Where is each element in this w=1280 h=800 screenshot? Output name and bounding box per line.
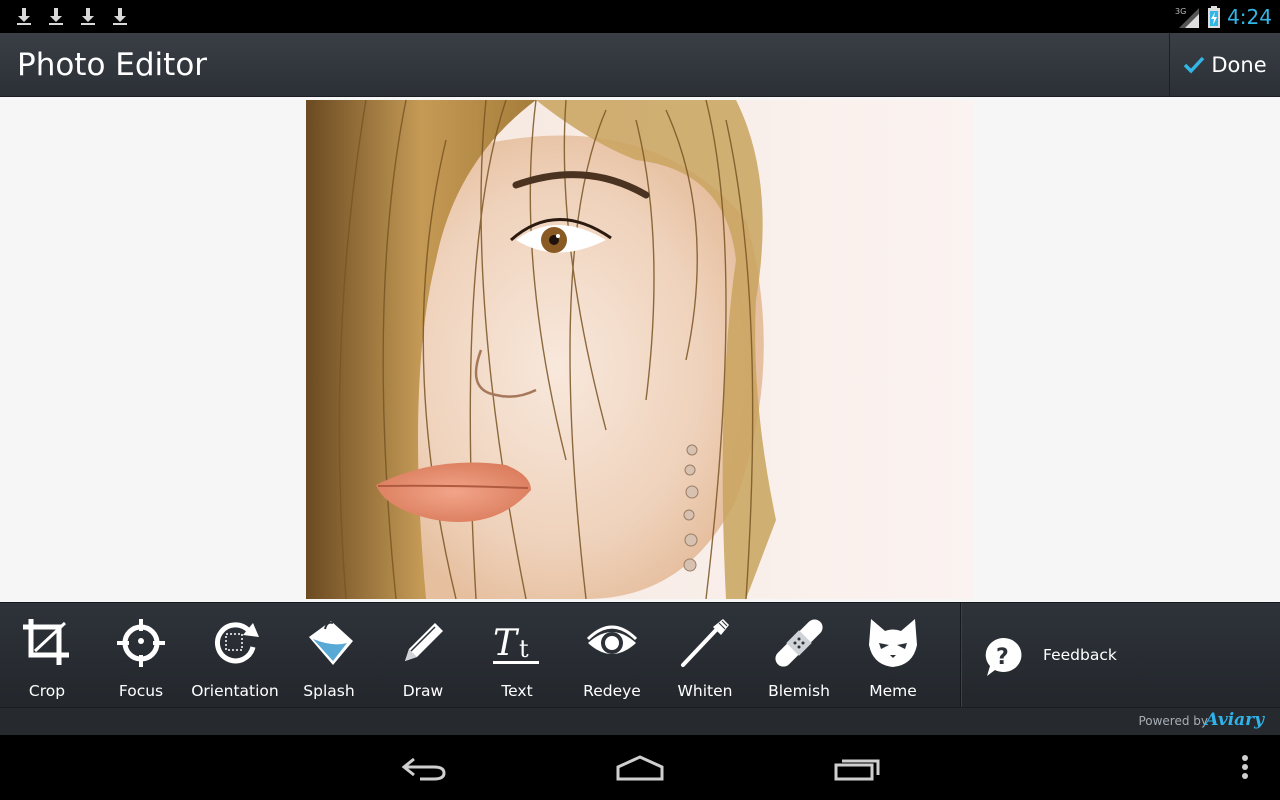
checkmark-icon [1184, 56, 1205, 74]
app-title: Photo Editor [17, 47, 208, 83]
status-bar: 3G 4:24 [0, 0, 1280, 33]
tool-label: Orientation [191, 682, 279, 700]
download-icon [113, 8, 127, 25]
svg-text:T: T [493, 623, 520, 664]
tool-focus[interactable]: Focus [94, 603, 188, 708]
done-label: Done [1211, 53, 1267, 77]
download-icon [81, 8, 95, 25]
back-icon[interactable] [400, 753, 448, 783]
tool-label: Meme [869, 682, 917, 700]
download-icon [17, 8, 31, 25]
tool-orientation[interactable]: Orientation [188, 603, 282, 708]
eye-icon [586, 625, 638, 654]
action-bar: Photo Editor Done [0, 33, 1280, 97]
tool-label: Text [501, 682, 533, 700]
tool-splash[interactable]: Splash [282, 603, 376, 708]
photo-preview[interactable] [306, 100, 974, 599]
tool-label: Blemish [768, 682, 830, 700]
feedback-label: Feedback [1043, 646, 1117, 664]
tool-label: Whiten [677, 682, 733, 700]
tool-label: Redeye [583, 682, 641, 700]
tool-meme[interactable]: Meme [846, 603, 940, 708]
clock: 4:24 [1227, 5, 1272, 29]
text-icon: T t [493, 623, 539, 664]
tool-label: Focus [118, 682, 164, 700]
home-icon[interactable] [615, 753, 665, 783]
toothbrush-icon [681, 619, 729, 667]
tool-crop[interactable]: Crop [0, 603, 94, 708]
done-button[interactable]: Done [1169, 33, 1280, 97]
navigation-bar [0, 735, 1280, 800]
tool-redeye[interactable]: Redeye [565, 603, 659, 708]
toolbar-divider [960, 603, 962, 708]
svg-text:?: ? [996, 645, 1009, 670]
pencil-icon [405, 623, 443, 661]
powered-by-text: Powered by [1138, 714, 1208, 728]
tool-blemish[interactable]: Blemish [752, 603, 846, 708]
tool-label: Splash [303, 682, 355, 700]
cat-icon [869, 619, 917, 667]
powered-by-strip: Powered by Aviary [0, 707, 1280, 735]
crop-icon [23, 619, 69, 665]
recent-apps-icon[interactable] [832, 753, 882, 783]
crosshair-icon [117, 619, 165, 667]
tool-label: Crop [28, 682, 66, 700]
overflow-menu-icon[interactable] [1238, 753, 1252, 783]
tool-label: Draw [402, 682, 444, 700]
download-icon [49, 8, 63, 25]
tool-list: Crop Focus Orientation Splash Draw T t T… [0, 603, 960, 708]
aviary-logo: Aviary [1205, 710, 1264, 730]
tool-draw[interactable]: Draw [376, 603, 470, 708]
tool-text[interactable]: T t Text [470, 603, 564, 708]
feedback-button[interactable]: ? Feedback [964, 603, 1280, 708]
battery-charging-icon [1208, 6, 1221, 28]
paint-bucket-icon [309, 621, 353, 665]
svg-text:t: t [519, 635, 529, 663]
network-type: 3G [1175, 7, 1186, 16]
image-canvas[interactable] [0, 97, 1280, 602]
bandage-icon [775, 619, 823, 667]
question-bubble-icon: ? [985, 637, 1022, 676]
status-indicators: 3G 4:24 [1175, 3, 1272, 31]
tool-bar: Crop Focus Orientation Splash Draw T t T… [0, 602, 1280, 708]
tool-whiten[interactable]: Whiten [658, 603, 752, 708]
rotate-icon [215, 622, 259, 664]
signal-icon: 3G [1175, 7, 1200, 28]
